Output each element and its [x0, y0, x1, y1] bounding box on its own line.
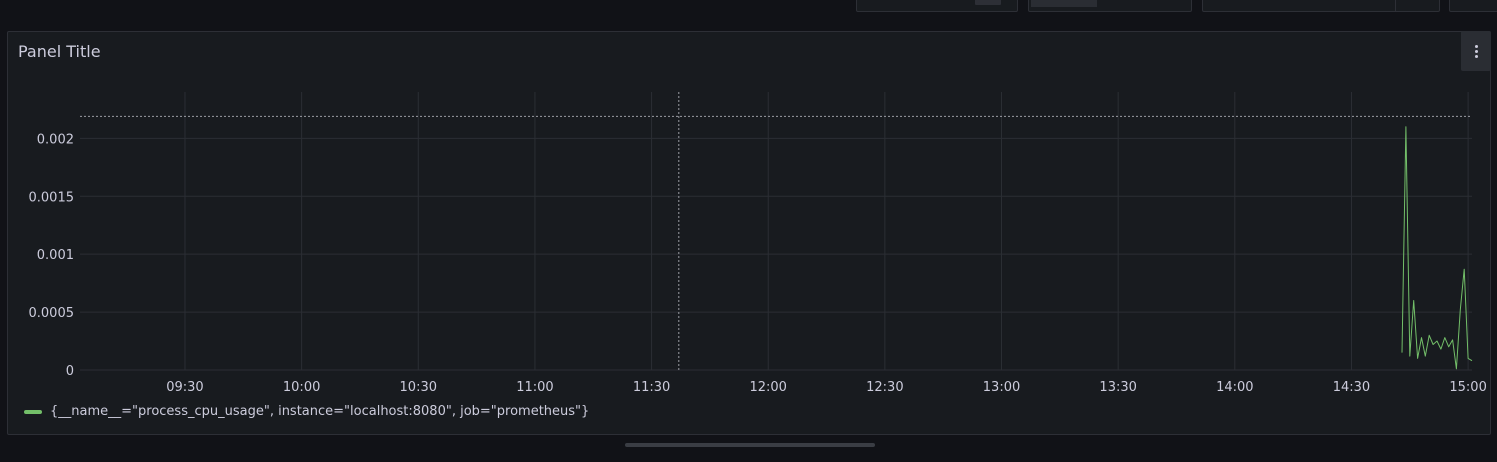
y-tick-label: 0 [66, 364, 74, 379]
time-picker-indicator [975, 0, 1001, 5]
refresh-separator [1395, 0, 1396, 11]
horizontal-scrollbar[interactable] [625, 443, 875, 447]
chart-legend[interactable]: {__name__="process_cpu_usage", instance=… [24, 404, 589, 419]
view-toggle-active-segment[interactable] [1031, 0, 1097, 7]
x-tick-label: 12:00 [749, 380, 786, 395]
y-tick-label: 0.001 [37, 248, 74, 263]
series-line [1401, 126, 1473, 370]
view-toggle[interactable] [1028, 0, 1192, 12]
x-tick-label: 09:30 [166, 380, 203, 395]
y-tick-label: 0.0005 [29, 306, 75, 321]
refresh-picker[interactable] [1202, 0, 1440, 12]
time-series-chart[interactable]: 0 0.0005 0.001 0.0015 0.002 09:30 10:00 10:30 11… [8, 32, 1490, 434]
x-tick-label: 12:30 [866, 380, 903, 395]
y-tick-label: 0.0015 [29, 190, 75, 205]
legend-label[interactable]: {__name__="process_cpu_usage", instance=… [50, 404, 589, 419]
time-range-picker[interactable] [856, 0, 1018, 12]
x-tick-label: 10:30 [400, 380, 437, 395]
y-tick-label: 0.002 [37, 132, 74, 147]
chart-panel: Panel Title 0 0.0005 0.001 0.0015 0.002 09:30… [7, 31, 1491, 435]
x-tick-label: 13:30 [1099, 380, 1136, 395]
x-tick-label: 14:00 [1216, 380, 1253, 395]
x-tick-label: 10:00 [283, 380, 320, 395]
x-tick-label: 11:00 [516, 380, 553, 395]
x-tick-label: 11:30 [633, 380, 670, 395]
toolbar-button[interactable] [1449, 0, 1497, 12]
legend-swatch [24, 409, 42, 414]
x-tick-label: 13:00 [983, 380, 1020, 395]
x-tick-label: 14:30 [1333, 380, 1370, 395]
x-tick-label: 15:00 [1449, 380, 1486, 395]
